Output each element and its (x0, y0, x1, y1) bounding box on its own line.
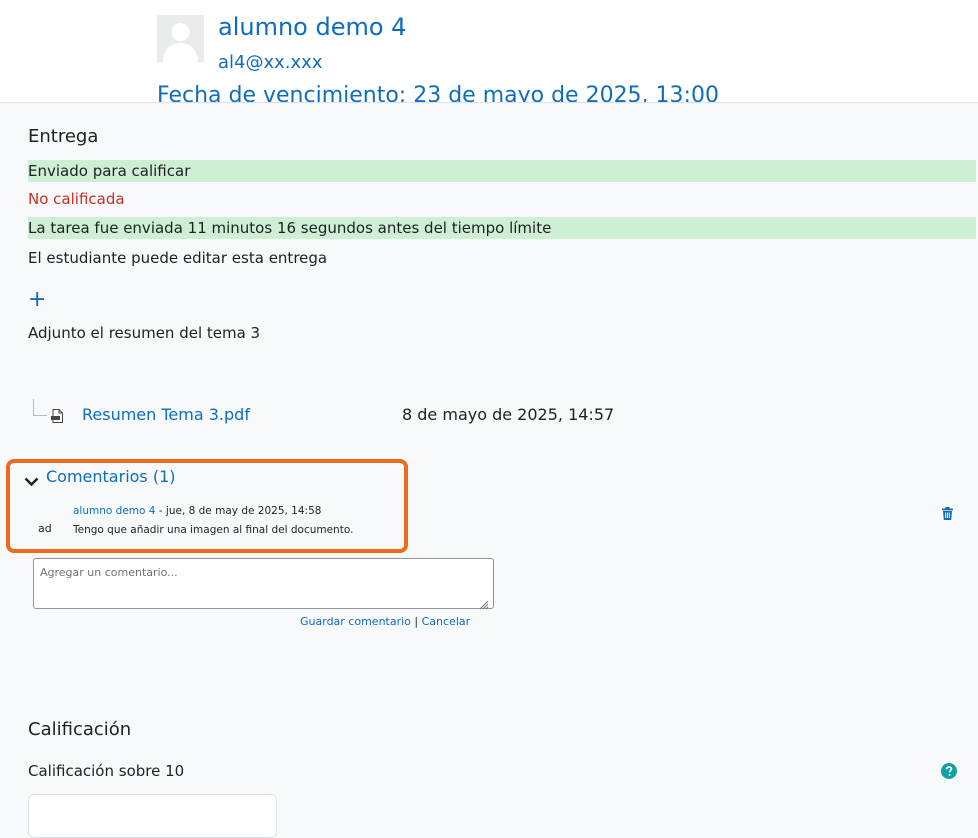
comments-section: Comentarios (1) ad alumno demo 4 - jue, … (0, 459, 420, 559)
comment-actions: Guardar comentario | Cancelar (300, 615, 470, 628)
comment-input[interactable] (33, 558, 494, 609)
comment-meta: alumno demo 4 - jue, 8 de may de 2025, 1… (73, 505, 321, 517)
grade-label: Calificación sobre 10 (28, 762, 185, 780)
comment-date: - jue, 8 de may de 2025, 14:58 (155, 505, 322, 517)
time-remaining-status: La tarea fue enviada 11 minutos 16 segun… (28, 217, 976, 239)
tree-connector (33, 399, 47, 416)
file-date: 8 de mayo de 2025, 14:57 (402, 405, 615, 424)
comment-text: Tengo que añadir una imagen al final del… (73, 524, 354, 536)
pdf-file-icon (51, 408, 64, 427)
trash-icon[interactable] (942, 505, 953, 524)
cancel-comment-link[interactable]: Cancelar (422, 615, 471, 628)
user-email: al4@xx.xxx (218, 52, 323, 73)
user-avatar[interactable] (157, 15, 204, 62)
submission-heading: Entrega (28, 126, 99, 147)
action-separator: | (410, 615, 422, 628)
question-circle-icon[interactable] (941, 763, 957, 783)
submission-status: Enviado para calificar (28, 160, 976, 182)
comments-toggle[interactable]: Comentarios (1) (46, 467, 176, 486)
expand-plus-icon[interactable]: + (28, 289, 46, 311)
file-link[interactable]: Resumen Tema 3.pdf (82, 405, 250, 424)
chevron-down-icon[interactable] (24, 472, 39, 491)
default-user-avatar-icon (157, 15, 204, 62)
user-header: alumno demo 4 al4@xx.xxx Fecha de vencim… (0, 0, 978, 103)
user-name-link[interactable]: alumno demo 4 (218, 11, 406, 43)
due-date: Fecha de vencimiento: 23 de mayo de 2025… (157, 83, 719, 103)
comment-avatar-initials: ad (38, 522, 52, 535)
resize-grip-icon[interactable] (478, 595, 489, 614)
grading-status: No calificada (28, 190, 125, 208)
editing-status: El estudiante puede editar esta entrega (28, 249, 328, 267)
grade-input[interactable] (28, 794, 277, 838)
grading-panel: Entrega Enviado para calificar No califi… (0, 102, 978, 838)
online-text-summary: Adjunto el resumen del tema 3 (28, 324, 261, 342)
file-row: Resumen Tema 3.pdf 8 de mayo de 2025, 14… (30, 399, 730, 429)
grade-heading: Calificación (28, 719, 132, 740)
comment-author-link[interactable]: alumno demo 4 (73, 505, 155, 517)
save-comment-link[interactable]: Guardar comentario (300, 615, 411, 628)
